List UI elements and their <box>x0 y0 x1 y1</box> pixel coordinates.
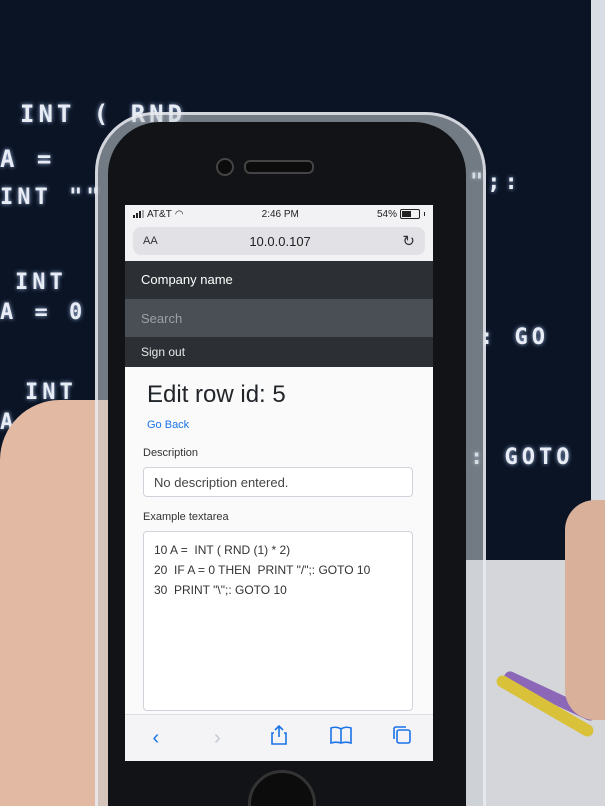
monitor-text: A = 0 <box>0 300 87 325</box>
search-container <box>125 299 433 337</box>
clock: 2:46 PM <box>261 208 299 220</box>
textarea-label: Example textarea <box>143 511 229 523</box>
search-input[interactable] <box>141 310 417 326</box>
monitor-text: : GO <box>480 325 549 350</box>
brand-link[interactable]: Company name <box>125 261 433 299</box>
description-field[interactable]: No description entered. <box>143 467 413 497</box>
reload-icon[interactable]: ↻ <box>402 232 415 250</box>
wifi-icon: ◠ <box>174 208 184 220</box>
monitor-text: INT <box>15 270 67 295</box>
back-chevron-icon[interactable]: ‹ <box>141 727 171 750</box>
url-text[interactable]: 10.0.0.107 <box>249 234 310 249</box>
example-textarea[interactable]: 10 A = INT ( RND (1) * 2) 20 IF A = 0 TH… <box>143 531 413 711</box>
speaker-grille <box>244 160 314 174</box>
address-bar[interactable]: AA 10.0.0.107 ↻ <box>133 227 425 255</box>
code-line: 20 IF A = 0 THEN PRINT "/";: GOTO 10 <box>154 563 371 577</box>
tabs-icon[interactable] <box>387 725 417 751</box>
sign-out-link[interactable]: Sign out <box>125 337 433 367</box>
navbar: Company name Sign out <box>125 261 433 367</box>
monitor-text: INT "" <box>0 185 104 210</box>
hand <box>565 500 605 720</box>
status-left: AT&T ◠ <box>133 209 184 220</box>
status-bar: AT&T ◠ 2:46 PM 54% <box>125 205 433 223</box>
battery-icon <box>399 209 420 219</box>
wall-strip <box>591 0 605 560</box>
monitor-text: A = <box>0 145 56 173</box>
share-icon[interactable] <box>264 724 294 751</box>
page-title: Edit row id: 5 <box>147 381 286 408</box>
go-back-link[interactable]: Go Back <box>147 419 189 431</box>
photo-scene: INT ( RND A = INT "" INT A = 0 : GO INT … <box>0 0 605 806</box>
bookmarks-icon[interactable] <box>326 726 356 750</box>
camera-icon <box>216 158 234 176</box>
battery-status: 54% <box>377 209 425 220</box>
phone-screen: AT&T ◠ 2:46 PM 54% AA 10.0.0.107 ↻ Compa… <box>125 205 433 761</box>
text-size-button[interactable]: AA <box>143 235 158 247</box>
carrier-label: AT&T <box>147 208 172 220</box>
description-label: Description <box>143 447 199 459</box>
main-content: Edit row id: 5 Go Back Description No de… <box>125 367 433 725</box>
signal-icon <box>133 210 144 218</box>
browser-toolbar: ‹ › <box>125 714 433 761</box>
code-line: 30 PRINT "\";: GOTO 10 <box>154 583 287 597</box>
code-line: 10 A = INT ( RND (1) * 2) <box>154 543 291 557</box>
battery-percent: 54% <box>376 208 397 220</box>
forward-chevron-icon[interactable]: › <box>202 727 232 750</box>
address-bar-container: AA 10.0.0.107 ↻ <box>125 223 433 261</box>
